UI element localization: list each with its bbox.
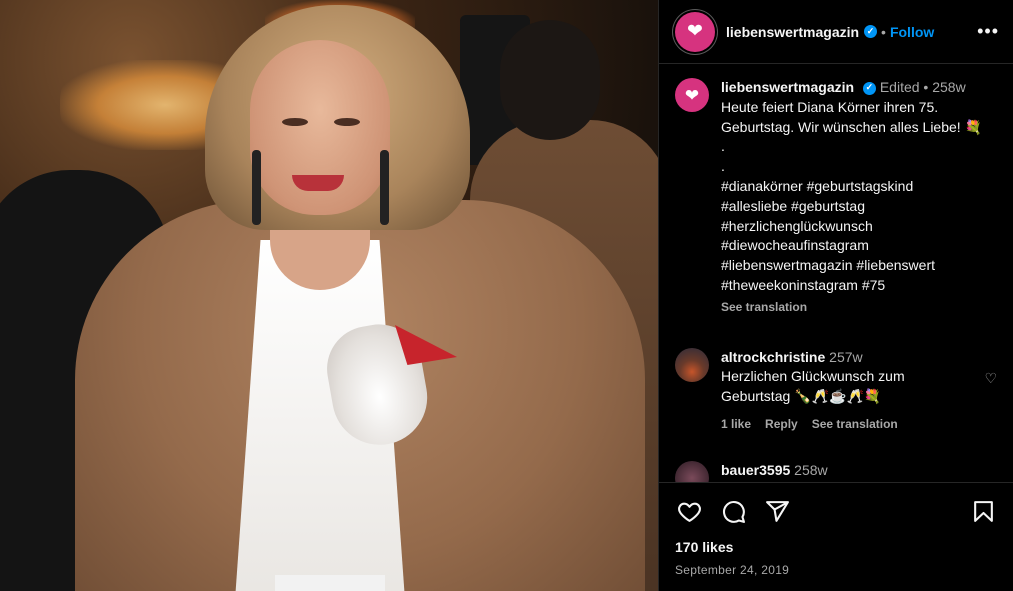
right-eye xyxy=(334,118,360,126)
post-header: ❤ liebenswertmagazin ✓ • Follow ••• xyxy=(659,0,1013,64)
caption-avatar[interactable]: ❤ xyxy=(675,78,709,112)
commenter-avatar[interactable] xyxy=(675,460,709,482)
left-eye xyxy=(282,118,308,126)
heart-logo-icon: ❤ xyxy=(687,21,703,42)
see-translation-link[interactable]: See translation xyxy=(721,298,997,318)
post-date[interactable]: September 24, 2019 xyxy=(675,563,997,577)
post-caption: ❤ liebenswertmagazin ✓ Edited • 258w Heu… xyxy=(675,78,997,318)
post-side-panel: ❤ liebenswertmagazin ✓ • Follow ••• ❤ li… xyxy=(658,0,1013,591)
post-photo[interactable] xyxy=(0,0,658,591)
comment-item: bauer3595 258w xyxy=(675,460,997,482)
comment-see-translation-link[interactable]: See translation xyxy=(812,415,898,435)
comments-list[interactable]: ❤ liebenswertmagazin ✓ Edited • 258w Heu… xyxy=(659,64,1013,482)
header-separator: • xyxy=(881,23,886,40)
comment-reply-button[interactable]: Reply xyxy=(765,415,798,435)
comment-username[interactable]: bauer3595 xyxy=(721,462,790,478)
comment-item: altrockchristine 257w Herzlichen Glückwu… xyxy=(675,347,997,435)
bookmark-icon[interactable] xyxy=(969,497,997,525)
edited-label: Edited xyxy=(879,79,920,95)
more-options-icon[interactable]: ••• xyxy=(977,21,999,42)
post-footer: 170 likes September 24, 2019 xyxy=(659,482,1013,591)
comment-text: Herzlichen Glückwunsch zum Geburtstag 🍾🥂… xyxy=(721,368,905,405)
caption-username[interactable]: liebenswertmagazin xyxy=(721,79,854,95)
post-viewer: ❤ liebenswertmagazin ✓ • Follow ••• ❤ li… xyxy=(0,0,1013,591)
commenter-avatar[interactable] xyxy=(675,347,709,382)
action-bar xyxy=(675,483,997,539)
left-earring xyxy=(252,150,261,225)
caption-separator: • xyxy=(923,79,929,95)
follow-button[interactable]: Follow xyxy=(890,24,934,40)
likes-count[interactable]: 170 likes xyxy=(675,539,997,555)
comment-like-heart-icon[interactable]: ♡ xyxy=(977,370,997,435)
header-username[interactable]: liebenswertmagazin xyxy=(726,24,859,40)
heart-logo-icon: ❤ xyxy=(684,85,700,105)
caption-age: 258w xyxy=(932,79,966,95)
heart-icon[interactable] xyxy=(675,497,703,525)
comment-icon[interactable] xyxy=(719,497,747,525)
comment-username[interactable]: altrockchristine xyxy=(721,349,825,365)
background-head-right xyxy=(500,20,600,140)
comment-age: 257w xyxy=(829,348,863,365)
caption-text: Heute feiert Diana Körner ihren 75. Gebu… xyxy=(721,98,982,293)
verified-badge-icon: ✓ xyxy=(864,25,878,38)
held-card xyxy=(275,575,385,591)
comment-age: 258w xyxy=(794,461,828,478)
comment-like-count[interactable]: 1 like xyxy=(721,415,751,435)
avatar[interactable]: ❤ xyxy=(675,11,715,52)
verified-badge-icon: ✓ xyxy=(862,81,876,95)
right-earring xyxy=(380,150,389,225)
share-icon[interactable] xyxy=(763,497,791,525)
mouth xyxy=(292,175,344,191)
